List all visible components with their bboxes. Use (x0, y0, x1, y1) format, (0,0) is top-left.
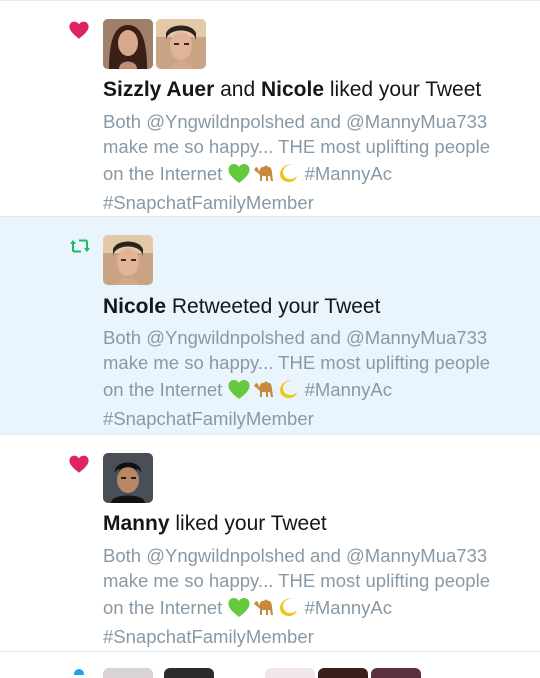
action-text: liked your Tweet (175, 512, 327, 535)
tweet-text[interactable]: Both @Yngwildnpolshed and @MannyMua733 m… (103, 325, 528, 431)
camel-emoji (251, 596, 277, 624)
green-heart-emoji (227, 596, 251, 624)
camel-emoji (251, 162, 277, 190)
heart-icon (68, 453, 90, 475)
avatar[interactable] (371, 668, 421, 678)
tweet-line: on the Internet #MannyAc (103, 595, 528, 624)
notification-headline: Sizzly Auer and Nicole liked your Tweet (103, 77, 481, 103)
notification-headline: Manny liked your Tweet (103, 511, 327, 537)
avatar[interactable] (103, 235, 153, 285)
notification-headline: Nicole Retweeted your Tweet (103, 294, 380, 320)
hashtag-link[interactable]: #MannyAc (305, 597, 392, 618)
avatar[interactable] (103, 668, 153, 678)
avatar[interactable] (265, 668, 315, 678)
notifications-feed: Sizzly Auer and Nicole liked your Tweet … (0, 0, 540, 678)
crescent-moon-emoji (277, 596, 299, 624)
tweet-line: on the Internet #MannyAc (103, 377, 528, 406)
hashtag-link[interactable]: #SnapchatFamilyMember (103, 406, 528, 431)
avatar[interactable] (103, 453, 153, 503)
tweet-line-text: on the Internet (103, 597, 223, 618)
tweet-text[interactable]: Both @Yngwildnpolshed and @MannyMua733 m… (103, 109, 528, 215)
user-name[interactable]: Sizzly Auer (103, 78, 214, 101)
hashtag-link[interactable]: #MannyAc (305, 163, 392, 184)
user-name[interactable]: Manny (103, 512, 170, 535)
avatar[interactable] (156, 19, 206, 69)
crescent-moon-emoji (277, 378, 299, 406)
green-heart-emoji (227, 378, 251, 406)
tweet-line-text: on the Internet (103, 379, 223, 400)
tweet-line-text: on the Internet (103, 163, 223, 184)
tweet-line: Both @Yngwildnpolshed and @MannyMua733 (103, 545, 488, 566)
tweet-line: Both @Yngwildnpolshed and @MannyMua733 (103, 327, 488, 348)
connector-text: and (220, 78, 256, 101)
tweet-line: make me so happy... THE most uplifting p… (103, 136, 490, 157)
person-icon (68, 668, 90, 675)
tweet-line: Both @Yngwildnpolshed and @MannyMua733 (103, 111, 488, 132)
notification-item[interactable]: Nicole Retweeted your Tweet Both @Yngwil… (0, 217, 540, 435)
heart-icon (68, 19, 90, 41)
avatar[interactable] (103, 19, 153, 69)
user-name[interactable]: Nicole (261, 78, 324, 101)
camel-emoji (251, 378, 277, 406)
tweet-line: make me so happy... THE most uplifting p… (103, 570, 490, 591)
action-text: Retweeted your Tweet (171, 295, 381, 318)
hashtag-link[interactable]: #SnapchatFamilyMember (103, 190, 528, 215)
user-name[interactable]: Nicole (103, 295, 166, 318)
notification-item[interactable]: Sizzly Auer and Nicole liked your Tweet … (0, 1, 540, 217)
retweet-icon (68, 235, 90, 257)
tweet-line: on the Internet #MannyAc (103, 161, 528, 190)
action-text: liked your Tweet (329, 78, 482, 101)
hashtag-link[interactable]: #SnapchatFamilyMember (103, 624, 528, 649)
green-heart-emoji (227, 162, 251, 190)
avatar[interactable] (164, 668, 214, 678)
notification-item[interactable]: Manny liked your Tweet Both @Yngwildnpol… (0, 435, 540, 652)
tweet-text[interactable]: Both @Yngwildnpolshed and @MannyMua733 m… (103, 543, 528, 649)
notification-item[interactable] (0, 652, 540, 678)
tweet-line: make me so happy... THE most uplifting p… (103, 352, 490, 373)
avatar[interactable] (318, 668, 368, 678)
hashtag-link[interactable]: #MannyAc (305, 379, 392, 400)
crescent-moon-emoji (277, 162, 299, 190)
